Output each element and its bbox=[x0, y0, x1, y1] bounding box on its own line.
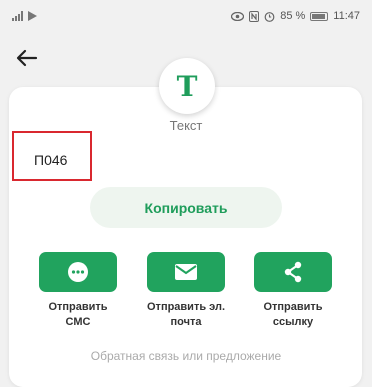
send-email-button[interactable]: Отправить эл. почта bbox=[136, 252, 236, 330]
result-type-avatar: T bbox=[159, 58, 215, 114]
send-email-label: Отправить эл. почта bbox=[147, 301, 225, 328]
email-button-icon-box bbox=[147, 252, 225, 292]
sms-icon bbox=[68, 262, 88, 282]
sms-button-icon-box bbox=[39, 252, 117, 292]
back-button[interactable] bbox=[12, 44, 42, 72]
status-left bbox=[12, 11, 37, 21]
clock: 11:47 bbox=[333, 10, 360, 22]
play-store-icon bbox=[28, 11, 37, 21]
eye-icon bbox=[231, 11, 245, 21]
email-icon bbox=[175, 264, 197, 280]
send-sms-label: Отправить СМС bbox=[48, 301, 108, 328]
share-icon bbox=[284, 261, 302, 283]
signal-icon bbox=[12, 11, 23, 21]
status-right: 85 % 11:47 bbox=[231, 10, 360, 22]
share-button-icon-box bbox=[254, 252, 332, 292]
text-type-icon: T bbox=[176, 69, 198, 103]
highlight-box bbox=[12, 131, 92, 181]
share-link-label: Отправить ссылку bbox=[263, 301, 323, 328]
battery-icon bbox=[310, 11, 329, 21]
status-bar: 85 % 11:47 bbox=[0, 0, 372, 32]
feedback-link[interactable]: Обратная связь или предложение bbox=[0, 349, 372, 363]
send-sms-button[interactable]: Отправить СМС bbox=[28, 252, 128, 330]
copy-button[interactable]: Копировать bbox=[90, 187, 282, 228]
arrow-left-icon bbox=[16, 49, 38, 67]
nfc-icon bbox=[249, 10, 260, 22]
battery-percent: 85 % bbox=[280, 10, 306, 22]
alarm-icon bbox=[264, 11, 275, 22]
share-link-button[interactable]: Отправить ссылку bbox=[243, 252, 343, 330]
